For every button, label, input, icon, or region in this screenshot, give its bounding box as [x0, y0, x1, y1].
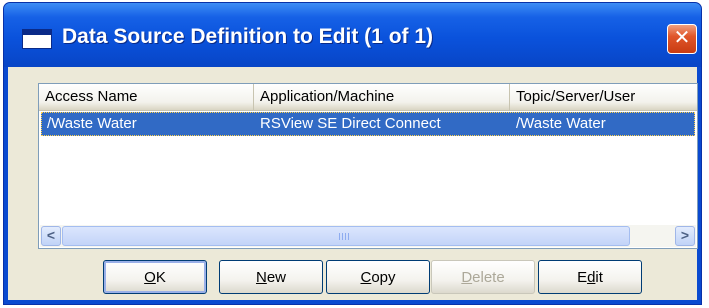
column-header-application-machine[interactable]: Application/Machine: [254, 84, 510, 110]
scroll-thumb[interactable]: [62, 226, 630, 246]
copy-mnemonic: C: [360, 268, 372, 286]
new-button[interactable]: New: [219, 260, 323, 294]
copy-label-rest: opy: [371, 268, 396, 286]
title-bar[interactable]: Data Source Definition to Edit (1 of 1) …: [4, 3, 701, 67]
new-mnemonic: N: [255, 268, 267, 286]
delete-button: Delete: [431, 260, 535, 294]
ok-label-rest: K: [155, 268, 166, 286]
horizontal-scrollbar[interactable]: < >: [40, 225, 696, 247]
dialog-window: Data Source Definition to Edit (1 of 1) …: [3, 2, 702, 305]
edit-label-pre: E: [577, 268, 588, 286]
edit-button[interactable]: Edit: [538, 260, 642, 294]
scroll-grip-icon: [339, 233, 351, 240]
copy-button[interactable]: Copy: [326, 260, 430, 294]
ok-button[interactable]: OK: [103, 260, 207, 294]
delete-label-rest: elete: [472, 268, 505, 286]
table-row[interactable]: /Waste Water RSView SE Direct Connect /W…: [41, 112, 695, 136]
cell-topic: /Waste Water: [516, 115, 606, 132]
edit-label-rest: it: [595, 268, 603, 286]
column-header-topic-server-user[interactable]: Topic/Server/User: [510, 84, 697, 110]
data-source-list[interactable]: Access Name Application/Machine Topic/Se…: [38, 83, 698, 249]
column-header-access-name[interactable]: Access Name: [39, 84, 254, 110]
cell-access-name: /Waste Water: [47, 115, 137, 132]
dialog-body: Access Name Application/Machine Topic/Se…: [8, 67, 698, 300]
window-icon: [22, 29, 52, 49]
scroll-left-button[interactable]: <: [41, 226, 61, 246]
window-title: Data Source Definition to Edit (1 of 1): [62, 25, 434, 48]
close-button[interactable]: ✕: [667, 24, 697, 54]
ok-mnemonic: O: [144, 268, 156, 286]
list-header: Access Name Application/Machine Topic/Se…: [39, 84, 697, 111]
delete-mnemonic: D: [461, 268, 473, 286]
scroll-right-button[interactable]: >: [675, 226, 695, 246]
cell-application: RSView SE Direct Connect: [260, 115, 441, 132]
new-label-rest: ew: [266, 268, 287, 286]
